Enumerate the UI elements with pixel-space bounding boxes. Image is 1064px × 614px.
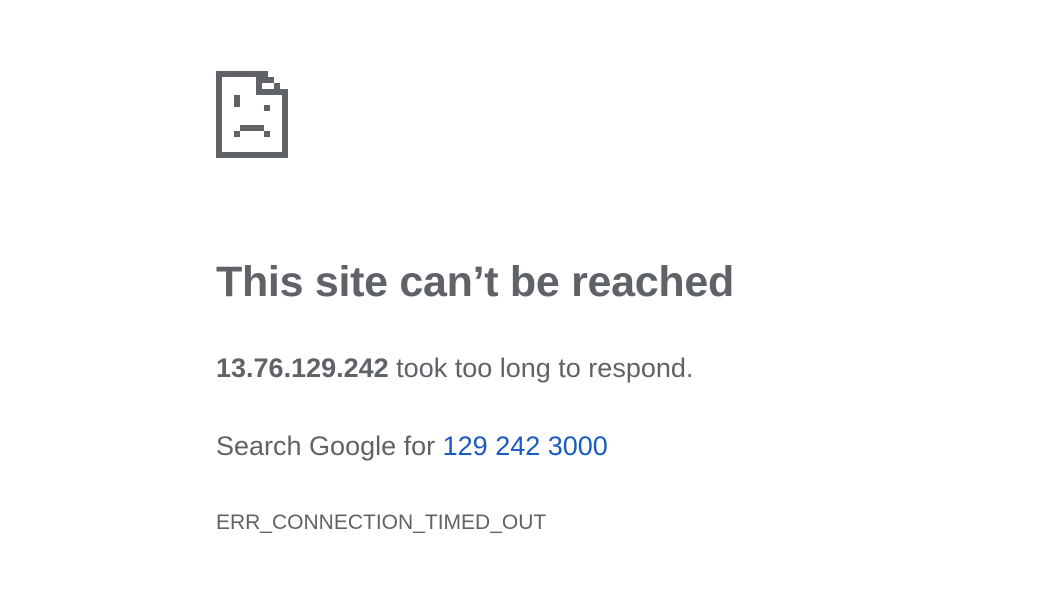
host-address: 13.76.129.242 [216, 353, 389, 383]
error-code: ERR_CONNECTION_TIMED_OUT [216, 511, 547, 534]
search-google-link[interactable]: 129 242 3000 [443, 431, 608, 461]
error-message: took too long to respond. [388, 353, 694, 383]
search-suggestion: Search Google for 129 242 3000 [216, 428, 608, 464]
page-title: This site can’t be reached [216, 258, 734, 306]
search-prefix: Search Google for [216, 431, 443, 461]
error-summary: 13.76.129.242 took too long to respond. [216, 350, 693, 386]
error-page: This site can’t be reached 13.76.129.242… [0, 0, 1064, 614]
sad-page-icon [216, 71, 288, 158]
